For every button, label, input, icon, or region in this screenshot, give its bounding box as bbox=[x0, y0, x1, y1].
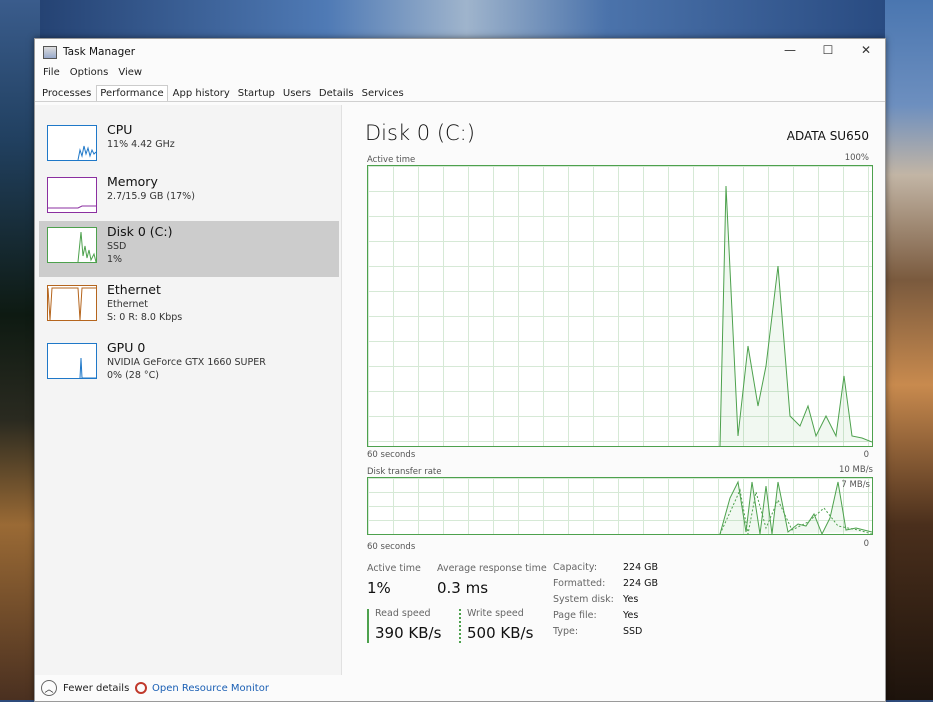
menu-bar: File Options View bbox=[35, 65, 885, 83]
memory-thumbnail-graph bbox=[47, 177, 97, 213]
avg-response-value: 0.3 ms bbox=[437, 579, 489, 597]
graph1-min: 0 bbox=[863, 450, 869, 460]
sidebar-item-detail: SSD bbox=[107, 241, 127, 252]
open-resource-monitor-link[interactable]: Open Resource Monitor bbox=[135, 682, 269, 694]
tab-processes[interactable]: Processes bbox=[39, 86, 94, 101]
open-resource-monitor-label: Open Resource Monitor bbox=[152, 682, 269, 694]
tab-services[interactable]: Services bbox=[359, 86, 407, 101]
graph1-time-span: 60 seconds bbox=[367, 450, 416, 460]
window-controls: — ☐ ✕ bbox=[771, 39, 885, 61]
fewer-details-button[interactable]: ︿ Fewer details bbox=[41, 680, 129, 696]
memory-mini-chart bbox=[48, 205, 96, 209]
desktop-wallpaper-top bbox=[0, 0, 933, 40]
desktop-wallpaper-right bbox=[885, 0, 933, 700]
task-manager-icon bbox=[43, 45, 57, 59]
ethernet-mini-chart bbox=[47, 287, 96, 321]
avg-response-label: Average response time bbox=[437, 563, 547, 574]
sidebar-item-usage: 1% bbox=[107, 254, 123, 265]
write-speed-label: Write speed bbox=[467, 608, 524, 619]
prop-type-value: SSD bbox=[623, 626, 643, 637]
prop-system-disk-value: Yes bbox=[623, 594, 639, 605]
active-time-value: 1% bbox=[367, 579, 391, 597]
graph2-time-span: 60 seconds bbox=[367, 542, 416, 552]
sidebar-item-label: CPU bbox=[107, 122, 133, 137]
tab-bar: Processes Performance App history Startu… bbox=[35, 83, 885, 102]
minimize-button[interactable]: — bbox=[771, 39, 809, 61]
tab-users[interactable]: Users bbox=[280, 86, 314, 101]
sidebar-item-detail: 2.7/15.9 GB (17%) bbox=[107, 191, 195, 202]
prop-capacity-label: Capacity: bbox=[553, 562, 598, 573]
graph2-max: 10 MB/s bbox=[839, 465, 873, 475]
menu-view[interactable]: View bbox=[118, 67, 142, 81]
read-speed-label: Read speed bbox=[375, 608, 431, 619]
sidebar-item-detail: NVIDIA GeForce GTX 1660 SUPER bbox=[107, 357, 266, 368]
write-speed-value: 500 KB/s bbox=[467, 624, 534, 642]
prop-formatted-value: 224 GB bbox=[623, 578, 659, 589]
fewer-details-label: Fewer details bbox=[63, 682, 130, 694]
cpu-mini-chart bbox=[77, 145, 97, 161]
active-time-graph bbox=[367, 165, 873, 447]
close-button[interactable]: ✕ bbox=[847, 39, 885, 61]
sidebar-item-label: Memory bbox=[107, 174, 158, 189]
performance-sidebar: CPU 11% 4.42 GHz Memory 2.7/15.9 GB (17%… bbox=[35, 105, 342, 675]
sidebar-item-label: Disk 0 (C:) bbox=[107, 224, 173, 239]
tab-startup[interactable]: Startup bbox=[235, 86, 278, 101]
sidebar-item-detail: 11% 4.42 GHz bbox=[107, 139, 175, 150]
tab-app-history[interactable]: App history bbox=[170, 86, 233, 101]
tab-performance[interactable]: Performance bbox=[96, 85, 168, 101]
prop-type-label: Type: bbox=[553, 626, 579, 637]
sidebar-item-label: Ethernet bbox=[107, 282, 161, 297]
footer-bar: ︿ Fewer details Open Resource Monitor bbox=[35, 675, 885, 701]
sidebar-item-label: GPU 0 bbox=[107, 340, 146, 355]
graph2-mid: 7 MB/s bbox=[841, 480, 870, 490]
prop-page-file-label: Page file: bbox=[553, 610, 597, 621]
read-speed-value: 390 KB/s bbox=[375, 624, 442, 642]
graph1-label: Active time bbox=[367, 155, 416, 165]
active-time-line bbox=[719, 185, 872, 446]
sidebar-item-usage: 0% (28 °C) bbox=[107, 370, 159, 381]
disk-thumbnail-graph bbox=[47, 227, 97, 263]
prop-system-disk-label: System disk: bbox=[553, 594, 614, 605]
menu-file[interactable]: File bbox=[43, 67, 60, 81]
chevron-up-icon: ︿ bbox=[41, 680, 57, 696]
sidebar-item-memory[interactable]: Memory 2.7/15.9 GB (17%) bbox=[39, 171, 339, 227]
disk-detail-panel: Disk 0 (C:) ADATA SU650 Active time 100%… bbox=[365, 119, 875, 679]
write-speed-indicator bbox=[459, 609, 461, 643]
graph2-min: 0 bbox=[863, 539, 869, 549]
device-model: ADATA SU650 bbox=[786, 129, 869, 143]
cpu-thumbnail-graph bbox=[47, 125, 97, 161]
tab-details[interactable]: Details bbox=[316, 86, 357, 101]
transfer-rate-line bbox=[719, 480, 872, 534]
sidebar-item-throughput: S: 0 R: 8.0 Kbps bbox=[107, 312, 183, 323]
task-manager-window: Task Manager — ☐ ✕ File Options View Pro… bbox=[34, 38, 886, 702]
gpu-mini-chart bbox=[79, 357, 96, 379]
menu-options[interactable]: Options bbox=[70, 67, 109, 81]
graph1-max: 100% bbox=[844, 153, 869, 163]
gpu-thumbnail-graph bbox=[47, 343, 97, 379]
window-title: Task Manager bbox=[63, 46, 136, 58]
sidebar-item-cpu[interactable]: CPU 11% 4.42 GHz bbox=[39, 119, 339, 175]
active-time-label: Active time bbox=[367, 563, 421, 574]
read-speed-indicator bbox=[367, 609, 369, 643]
sidebar-item-detail: Ethernet bbox=[107, 299, 148, 310]
prop-formatted-label: Formatted: bbox=[553, 578, 606, 589]
graph2-label: Disk transfer rate bbox=[367, 467, 442, 477]
disk-mini-chart bbox=[77, 231, 97, 263]
title-bar[interactable]: Task Manager — ☐ ✕ bbox=[35, 39, 885, 65]
prop-page-file-value: Yes bbox=[623, 610, 639, 621]
transfer-rate-graph: 7 MB/s bbox=[367, 477, 873, 535]
ethernet-thumbnail-graph bbox=[47, 285, 97, 321]
sidebar-item-gpu[interactable]: GPU 0 NVIDIA GeForce GTX 1660 SUPER 0% (… bbox=[39, 337, 339, 393]
page-title: Disk 0 (C:) bbox=[365, 121, 475, 145]
sidebar-item-ethernet[interactable]: Ethernet Ethernet S: 0 R: 8.0 Kbps bbox=[39, 279, 339, 335]
prop-capacity-value: 224 GB bbox=[623, 562, 659, 573]
maximize-button[interactable]: ☐ bbox=[809, 39, 847, 61]
sidebar-item-disk[interactable]: Disk 0 (C:) SSD 1% bbox=[39, 221, 339, 277]
resource-monitor-icon bbox=[135, 682, 147, 694]
